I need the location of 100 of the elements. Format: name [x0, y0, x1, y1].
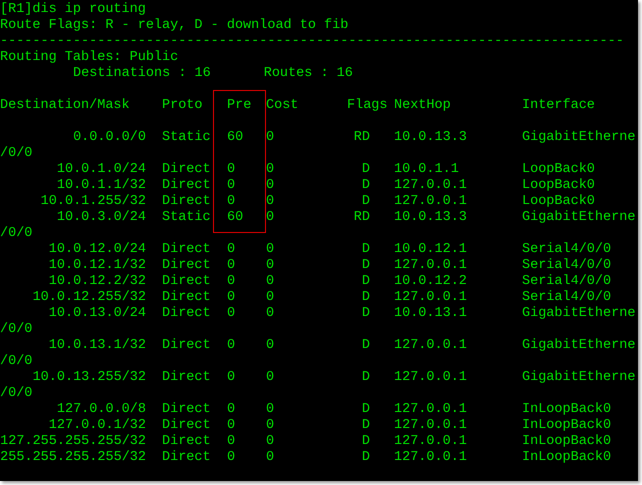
nexthop-cell: 127.0.0.1: [394, 450, 467, 465]
flags-cell: RD: [354, 130, 370, 145]
interface-cell: /0/0: [0, 146, 32, 162]
column-header: Proto: [161, 98, 203, 113]
interface-cell: Serial4/0/0: [522, 290, 612, 305]
nexthop-cell: 127.0.0.1: [394, 194, 467, 209]
pre-cell: 0: [227, 290, 236, 305]
column-header: Destination/Mask: [0, 98, 130, 113]
destination-cell: 10.0.12.1/32: [48, 258, 146, 273]
pre-cell: 60: [227, 130, 244, 145]
interface-cell: InLoopBack0: [522, 418, 612, 433]
pre-cell: 0: [227, 162, 236, 177]
cost-cell: 0: [266, 434, 274, 449]
interface-cell: InLoopBack0: [522, 450, 612, 465]
flags-cell: D: [362, 258, 370, 273]
column-header: Interface: [522, 98, 595, 113]
flags-cell: D: [362, 338, 370, 353]
cost-cell: 0: [266, 274, 274, 289]
interface-cell: Serial4/0/0: [522, 274, 612, 289]
proto-cell: Direct: [162, 338, 211, 353]
flags-cell: D: [362, 178, 370, 193]
proto-cell: Direct: [162, 290, 211, 305]
pre-cell: 0: [227, 434, 236, 449]
nexthop-cell: 127.0.0.1: [394, 178, 467, 193]
destination-cell: 10.0.3.0/24: [56, 210, 146, 225]
column-header: NextHop: [394, 98, 451, 113]
column-header: Cost: [266, 98, 298, 113]
flags-cell: D: [362, 194, 370, 209]
interface-cell: InLoopBack0: [522, 402, 612, 417]
destination-cell: 127.255.255.255/32: [0, 434, 146, 449]
interface-cell: GigabitEtherne: [522, 130, 636, 145]
destination-cell: 10.0.12.255/32: [32, 290, 146, 305]
cost-cell: 0: [266, 130, 274, 145]
proto-cell: Direct: [162, 418, 211, 433]
cost-cell: 0: [266, 418, 274, 433]
cost-cell: 0: [266, 370, 274, 385]
destination-cell: 10.0.1.1/32: [56, 178, 146, 193]
nexthop-cell: 127.0.0.1: [394, 290, 467, 305]
table-title: Routing Tables: Public: [0, 50, 178, 66]
interface-cell: Serial4/0/0: [522, 258, 612, 273]
proto-cell: Direct: [162, 162, 211, 177]
cost-cell: 0: [266, 162, 274, 177]
nexthop-cell: 127.0.0.1: [394, 402, 467, 417]
flags-cell: D: [362, 402, 370, 417]
interface-cell: GigabitEtherne: [522, 210, 636, 225]
proto-cell: Direct: [162, 370, 211, 385]
cost-cell: 0: [266, 402, 274, 417]
interface-cell: Serial4/0/0: [522, 242, 612, 257]
flags-legend: Route Flags: R - relay, D - download to fib: [0, 18, 348, 34]
flags-cell: D: [362, 370, 370, 385]
interface-cell: /0/0: [0, 354, 32, 370]
proto-cell: Direct: [162, 194, 211, 209]
cost-cell: 0: [266, 338, 274, 353]
flags-cell: D: [362, 306, 370, 321]
interface-cell: /0/0: [0, 386, 32, 402]
nexthop-cell: 10.0.13.3: [394, 210, 467, 225]
pre-cell: 0: [227, 242, 236, 257]
destination-cell: 127.0.0.1/32: [48, 418, 146, 433]
flags-cell: D: [362, 450, 370, 465]
cost-cell: 0: [266, 290, 274, 305]
interface-cell: LoopBack0: [522, 162, 595, 177]
pre-cell: 0: [227, 306, 236, 321]
destination-cell: 255.255.255.255/32: [0, 450, 146, 465]
nexthop-cell: 10.0.12.1: [394, 242, 467, 257]
destination-cell: 0.0.0.0/0: [73, 130, 146, 145]
nexthop-cell: 127.0.0.1: [394, 338, 467, 353]
summary-text: Routes : 16: [264, 66, 353, 82]
separator-line: -----------------------------------------------------------------------------: [0, 34, 624, 50]
cost-cell: 0: [266, 258, 274, 273]
proto-cell: Direct: [162, 242, 211, 257]
destination-cell: 10.0.12.0/24: [48, 242, 146, 257]
proto-cell: Static: [162, 210, 211, 225]
destination-cell: 10.0.13.0/24: [48, 306, 146, 321]
cost-cell: 0: [266, 194, 274, 209]
pre-cell: 0: [227, 338, 236, 353]
interface-cell: GigabitEtherne: [522, 338, 636, 353]
pre-cell: 0: [227, 274, 236, 289]
pre-cell: 0: [227, 402, 236, 417]
proto-cell: Direct: [162, 274, 211, 289]
cost-cell: 0: [266, 178, 274, 193]
proto-cell: Direct: [162, 306, 211, 321]
pre-cell: 0: [227, 450, 236, 465]
proto-cell: Direct: [162, 258, 211, 273]
nexthop-cell: 10.0.13.1: [394, 306, 467, 321]
interface-cell: GigabitEtherne: [522, 306, 636, 321]
proto-cell: Direct: [162, 402, 211, 417]
destination-cell: 10.0.1.255/32: [40, 194, 146, 209]
interface-cell: GigabitEtherne: [522, 370, 636, 385]
interface-cell: LoopBack0: [522, 194, 595, 209]
pre-cell: 0: [227, 194, 236, 209]
pre-cell: 0: [227, 258, 236, 273]
proto-cell: Static: [162, 130, 211, 145]
flags-cell: D: [362, 290, 370, 305]
pre-cell: 0: [227, 178, 236, 193]
cost-cell: 0: [266, 450, 274, 465]
destination-cell: 10.0.12.2/32: [48, 274, 146, 289]
destination-cell: 127.0.0.0/8: [56, 402, 146, 417]
interface-cell: InLoopBack0: [522, 434, 612, 449]
proto-cell: Direct: [162, 434, 211, 449]
column-header: Flags: [346, 98, 388, 113]
